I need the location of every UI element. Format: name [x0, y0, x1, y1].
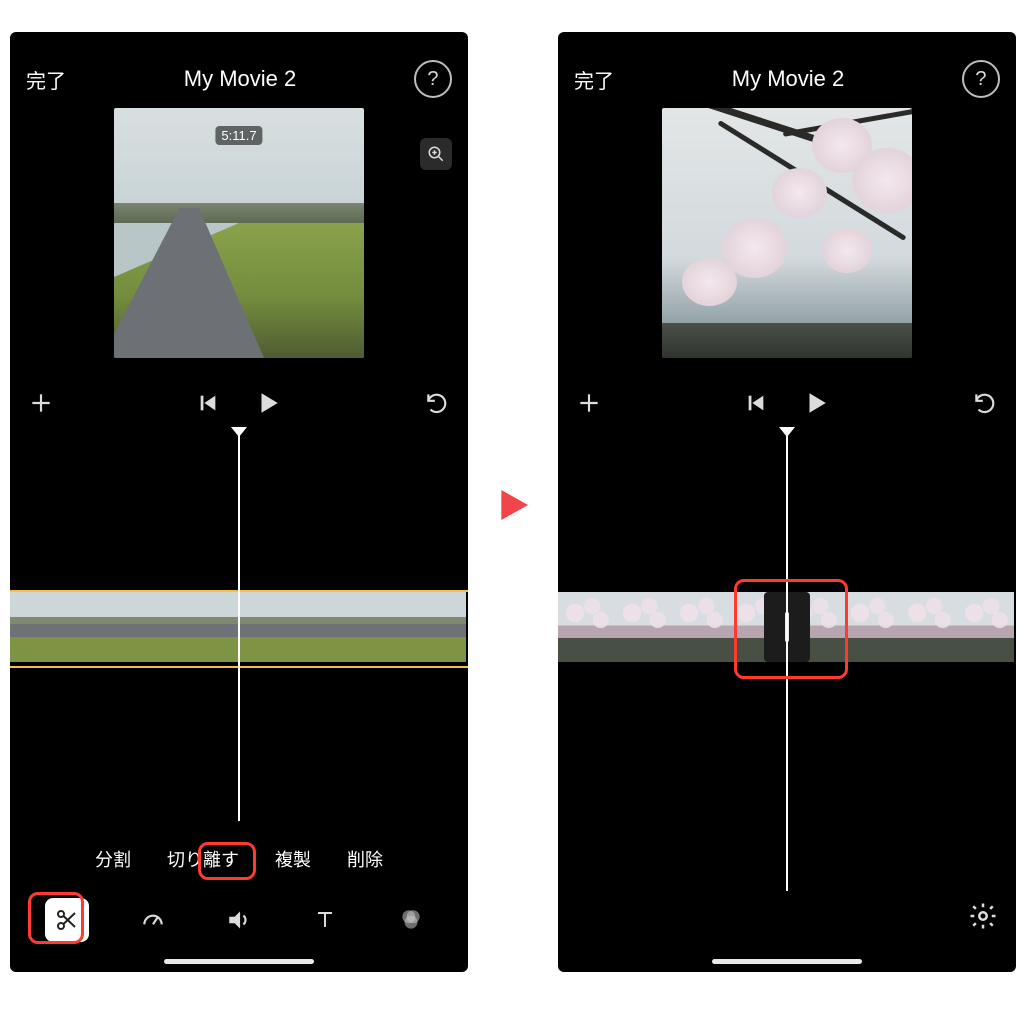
- skip-to-start-button[interactable]: [745, 392, 767, 419]
- scissors-icon: [55, 908, 79, 932]
- undo-icon: [972, 390, 998, 416]
- skip-to-start-button[interactable]: [197, 392, 219, 419]
- zoom-button[interactable]: [420, 138, 452, 170]
- project-title: My Movie 2: [732, 66, 844, 92]
- play-icon: [255, 390, 281, 416]
- text-icon: [313, 908, 337, 932]
- header: 完了 My Movie 2 ?: [10, 32, 468, 108]
- undo-button[interactable]: [972, 390, 998, 421]
- tool-toolbar: [10, 898, 468, 942]
- done-button[interactable]: 完了: [26, 65, 66, 94]
- volume-icon: [226, 907, 252, 933]
- transport-row: [558, 378, 1016, 427]
- phone-right: 完了 My Movie 2 ?: [558, 32, 1016, 972]
- filters-icon: [398, 907, 424, 933]
- project-settings-button[interactable]: [968, 901, 998, 936]
- timeline[interactable]: [10, 427, 468, 827]
- skip-back-icon: [197, 392, 219, 414]
- skip-back-icon: [745, 392, 767, 414]
- phone-left: 完了 My Movie 2 ? 5:11.7: [10, 32, 468, 972]
- home-indicator: [712, 959, 862, 964]
- header: 完了 My Movie 2 ?: [558, 32, 1016, 108]
- undo-icon: [424, 390, 450, 416]
- transition-arrow-icon: [493, 480, 533, 530]
- plus-icon: [576, 390, 602, 416]
- play-button[interactable]: [255, 390, 281, 421]
- preview-area: [558, 108, 1016, 378]
- help-button[interactable]: ?: [414, 60, 452, 98]
- home-indicator: [164, 959, 314, 964]
- split-action[interactable]: 分割: [89, 842, 137, 876]
- speed-tool[interactable]: [131, 898, 175, 942]
- gear-icon: [968, 901, 998, 931]
- trim-tool[interactable]: [45, 898, 89, 942]
- delete-action[interactable]: 削除: [341, 842, 389, 876]
- project-title: My Movie 2: [184, 66, 296, 92]
- transport-row: [10, 378, 468, 427]
- detach-action[interactable]: 切り離す: [161, 842, 245, 876]
- video-preview[interactable]: [662, 108, 912, 358]
- video-preview[interactable]: 5:11.7: [114, 108, 364, 358]
- playhead[interactable]: [238, 433, 240, 821]
- clip-action-bar: 分割 切り離す 複製 削除: [10, 842, 468, 876]
- plus-icon: [28, 390, 54, 416]
- playhead[interactable]: [786, 433, 788, 891]
- duplicate-action[interactable]: 複製: [269, 842, 317, 876]
- play-button[interactable]: [803, 390, 829, 421]
- done-button[interactable]: 完了: [574, 65, 614, 94]
- undo-button[interactable]: [424, 390, 450, 421]
- play-icon: [803, 390, 829, 416]
- add-media-button[interactable]: [28, 390, 54, 421]
- filters-tool[interactable]: [389, 898, 433, 942]
- magnifier-plus-icon: [427, 145, 445, 163]
- help-button[interactable]: ?: [962, 60, 1000, 98]
- titles-tool[interactable]: [303, 898, 347, 942]
- volume-tool[interactable]: [217, 898, 261, 942]
- playhead-time: 5:11.7: [215, 126, 262, 145]
- add-media-button[interactable]: [576, 390, 602, 421]
- timeline[interactable]: [558, 427, 1016, 897]
- preview-area: 5:11.7: [10, 108, 468, 378]
- speedometer-icon: [140, 907, 166, 933]
